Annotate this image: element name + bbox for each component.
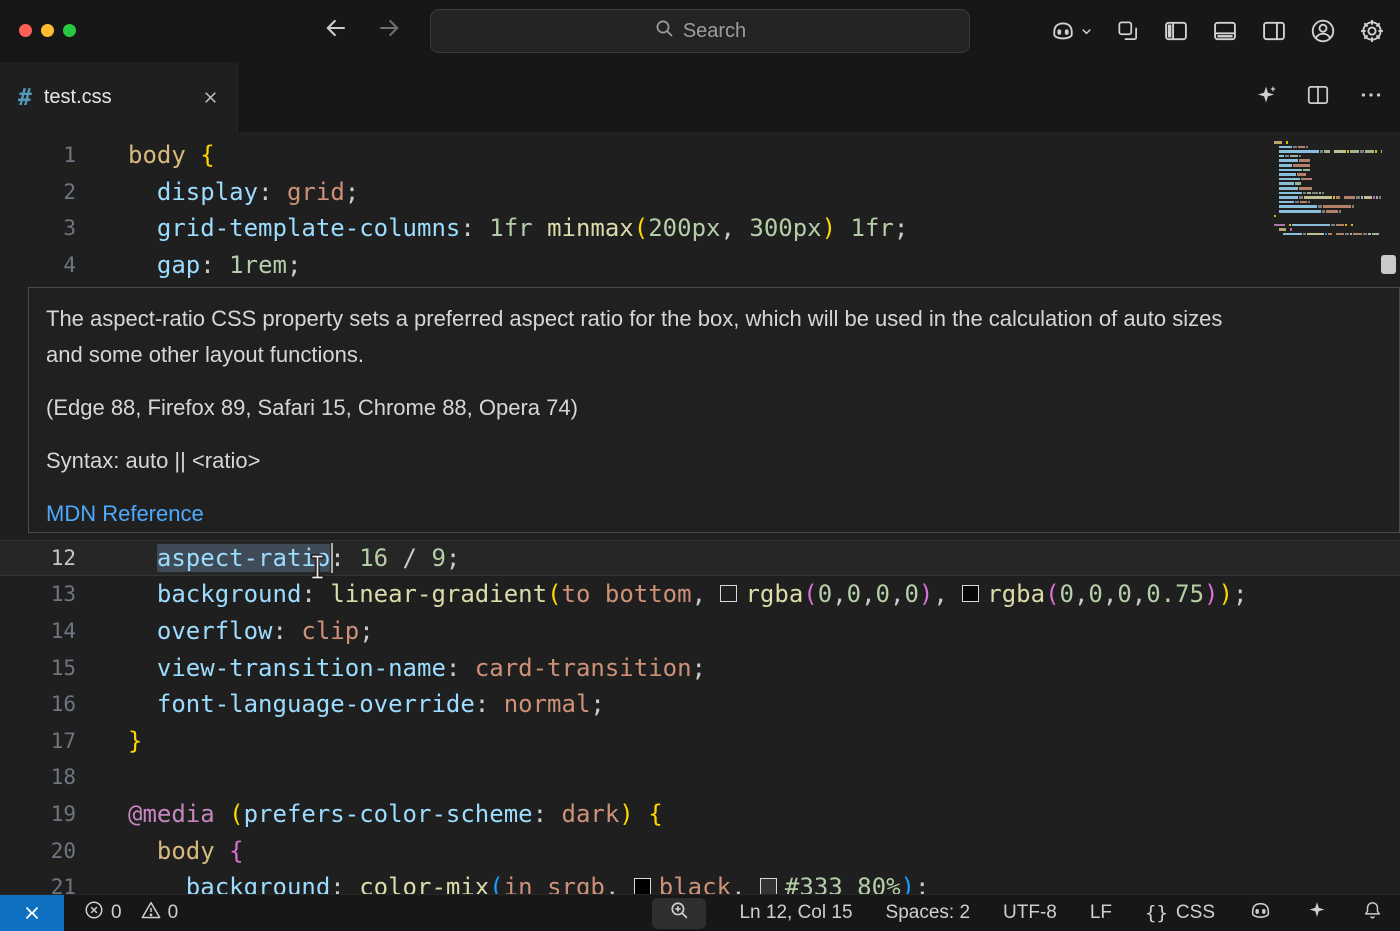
toggle-panel-icon[interactable] (1211, 17, 1239, 45)
code-line[interactable]: 13 background: linear-gradient(to bottom… (0, 576, 1400, 613)
code-line[interactable]: 15 view-transition-name: card-transition… (0, 649, 1400, 686)
window-controls (19, 24, 76, 37)
warnings-indicator[interactable]: 0 (141, 900, 179, 926)
tooltip-browser-support: (Edge 88, Firefox 89, Safari 15, Chrome … (46, 390, 1249, 426)
more-actions-icon[interactable] (1358, 82, 1384, 113)
toggle-primary-sidebar-icon[interactable] (1162, 17, 1190, 45)
code-line[interactable]: 17} (0, 723, 1400, 760)
color-swatch[interactable] (760, 878, 777, 894)
cursor-position-indicator[interactable]: Ln 12, Col 15 (739, 902, 852, 924)
scrollbar-thumb[interactable] (1381, 255, 1396, 274)
line-number: 13 (0, 582, 76, 606)
error-icon (84, 900, 104, 926)
code-line[interactable]: 12 aspect-ratio: 16 / 9; (0, 540, 1400, 577)
title-bar: Search (0, 0, 1400, 62)
code-line[interactable]: 21 background: color-mix(in srgb, black,… (0, 869, 1400, 894)
line-number: 14 (0, 619, 76, 643)
line-number: 16 (0, 692, 76, 716)
split-editor-icon[interactable] (1305, 82, 1331, 113)
search-placeholder: Search (683, 20, 746, 43)
color-swatch[interactable] (962, 585, 979, 602)
close-window-button[interactable] (19, 24, 32, 37)
errors-indicator[interactable]: 0 (84, 900, 122, 926)
errors-count: 0 (111, 902, 122, 924)
tooltip-description: The aspect-ratio CSS property sets a pre… (46, 301, 1249, 373)
line-number: 20 (0, 839, 76, 863)
code-line[interactable]: 14 overflow: clip; (0, 613, 1400, 650)
tab-test-css[interactable]: # test.css (0, 62, 238, 133)
magnifier-plus-icon (669, 900, 690, 927)
indentation-indicator[interactable]: Spaces: 2 (886, 902, 971, 924)
code-line[interactable]: 2 display: grid; (0, 174, 1400, 211)
line-number: 12 (0, 546, 76, 570)
line-number: 2 (0, 180, 76, 204)
editor-pane[interactable]: 1body {2 display: grid;3 grid-template-c… (0, 133, 1400, 894)
text-caret (331, 543, 333, 573)
encoding-indicator[interactable]: UTF-8 (1003, 902, 1057, 924)
code-line[interactable]: 4 gap: 1rem; (0, 247, 1400, 284)
code-line[interactable]: 16 font-language-override: normal; (0, 686, 1400, 723)
navigate-forward-button[interactable] (375, 14, 403, 47)
settings-gear-icon[interactable] (1358, 17, 1386, 45)
code-line[interactable]: 3 grid-template-columns: 1fr minmax(200p… (0, 210, 1400, 247)
navigate-back-button[interactable] (322, 14, 350, 47)
sparkle-status-icon[interactable] (1306, 899, 1328, 927)
language-label: CSS (1176, 902, 1215, 924)
language-mode-indicator[interactable]: {} CSS (1145, 902, 1215, 924)
copilot-status-icon[interactable] (1248, 898, 1273, 929)
tooltip-syntax: Syntax: auto || <ratio> (46, 443, 1249, 479)
line-number: 21 (0, 875, 76, 894)
css-file-icon: # (18, 85, 32, 111)
code-line[interactable]: 1body { (0, 137, 1400, 174)
minimize-window-button[interactable] (41, 24, 54, 37)
tab-label: test.css (44, 86, 112, 109)
line-number: 3 (0, 216, 76, 240)
notifications-bell-icon[interactable] (1361, 899, 1384, 928)
line-number: 19 (0, 802, 76, 826)
vscode-window: Search (0, 0, 1400, 931)
mouse-ibeam-cursor (308, 553, 327, 586)
chevron-down-icon (1079, 24, 1094, 39)
sparkle-icon[interactable] (1254, 83, 1278, 112)
color-swatch[interactable] (634, 878, 651, 894)
warning-icon (141, 900, 161, 926)
line-number: 1 (0, 143, 76, 167)
zoom-window-button[interactable] (63, 24, 76, 37)
code-line[interactable]: 19@media (prefers-color-scheme: dark) { (0, 796, 1400, 833)
close-tab-icon[interactable] (202, 89, 219, 106)
line-number: 17 (0, 729, 76, 753)
braces-icon: {} (1145, 902, 1168, 924)
copilot-icon (1049, 17, 1077, 45)
code-line[interactable]: 20 body { (0, 832, 1400, 869)
warnings-count: 0 (168, 902, 179, 924)
color-swatch[interactable] (720, 585, 737, 602)
search-icon (654, 18, 674, 44)
line-number: 4 (0, 253, 76, 277)
editor-tab-bar: # test.css (0, 62, 1400, 133)
customize-layout-icon[interactable] (1115, 18, 1141, 44)
status-bar: 0 0 Ln 12, Col 15 Spaces: 2 UTF-8 LF {} … (0, 894, 1400, 931)
zoom-indicator-button[interactable] (652, 898, 706, 929)
account-icon[interactable] (1309, 17, 1337, 45)
toggle-secondary-sidebar-icon[interactable] (1260, 17, 1288, 45)
mdn-reference-link[interactable]: MDN Reference (46, 496, 1249, 532)
hover-tooltip: The aspect-ratio CSS property sets a pre… (28, 287, 1400, 533)
code-line[interactable]: 18 (0, 759, 1400, 796)
remote-indicator[interactable] (0, 895, 64, 931)
line-number: 18 (0, 765, 76, 789)
eol-indicator[interactable]: LF (1090, 902, 1112, 924)
copilot-menu-button[interactable] (1049, 17, 1094, 45)
command-center-search[interactable]: Search (430, 9, 970, 53)
minimap-content (1274, 140, 1382, 236)
line-number: 15 (0, 656, 76, 680)
